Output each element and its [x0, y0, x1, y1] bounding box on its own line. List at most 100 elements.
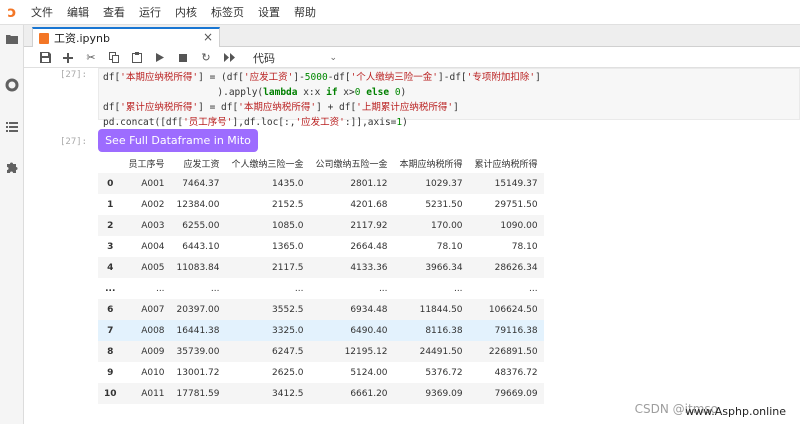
- table-cell: 79116.38: [468, 320, 544, 341]
- menu-settings[interactable]: 设置: [258, 4, 280, 20]
- table-cell: 2152.5: [272, 199, 304, 210]
- table-cell: 7464.37: [170, 173, 226, 194]
- tab-notebook[interactable]: 工资.ipynb ×: [32, 27, 220, 47]
- column-header: 应发工资: [183, 159, 220, 170]
- column-header: [98, 153, 123, 173]
- menu-view[interactable]: 查看: [103, 4, 125, 20]
- save-icon[interactable]: [34, 49, 56, 67]
- dataframe-table: 员工序号 应发工资 个人缴纳三险一金 公司缴纳五险一金 本期应纳税所得 累计应纳…: [98, 153, 544, 404]
- tab-label: 工资.ipynb: [54, 32, 110, 45]
- table-row: 3 A004 6443.10 1365.0 2664.48 78.10 78.10: [98, 236, 544, 257]
- add-cell-icon[interactable]: [57, 49, 79, 67]
- cell-type-value: 代码: [253, 51, 275, 65]
- table-cell: A007: [122, 299, 171, 320]
- close-icon[interactable]: ×: [203, 30, 213, 44]
- row-index: 6: [98, 299, 123, 320]
- menu-run[interactable]: 运行: [139, 4, 161, 20]
- cell-type-select[interactable]: 代码 ⌄: [253, 50, 337, 66]
- table-cell: 1435.0: [225, 173, 310, 194]
- stop-icon[interactable]: [172, 49, 194, 67]
- table-cell: 1365.0: [272, 241, 304, 252]
- restart-icon[interactable]: ↻: [195, 49, 217, 67]
- row-index: 9: [107, 367, 114, 378]
- table-cell: 3966.34: [393, 257, 469, 278]
- table-row: 9 A010 13001.72 2625.0 5124.00 5376.72 48376.7…: [98, 362, 544, 383]
- tab-bar: 工资.ipynb ×: [24, 25, 800, 47]
- table-cell: 3412.5: [225, 383, 310, 404]
- table-cell: 20397.00: [170, 299, 226, 320]
- column-header: 员工序号: [128, 159, 165, 170]
- row-index: 8: [98, 341, 123, 362]
- paste-icon[interactable]: [126, 49, 148, 67]
- table-row: 6 A007 20397.00 3552.5 6934.48 11844.50 106624…: [98, 299, 544, 320]
- table-row: .....................: [98, 278, 544, 299]
- code-line: pd.concat([df['员工序号'],df.loc[:,'应发工资':]]…: [103, 117, 408, 128]
- menubar: ↄ 文件 编辑 查看 运行 内核 标签页 设置 帮助: [0, 0, 800, 25]
- table-cell: 11844.50: [393, 299, 469, 320]
- table-cell: 78.10: [511, 241, 538, 252]
- menu-tabs[interactable]: 标签页: [211, 4, 244, 20]
- table-cell: A003: [122, 215, 171, 236]
- menu-edit[interactable]: 编辑: [67, 4, 89, 20]
- run-icon[interactable]: [149, 49, 171, 67]
- row-index: 7: [98, 320, 123, 341]
- table-row: 1 A002 12384.00 2152.5 4201.68 5231.50 29751.5…: [98, 194, 544, 215]
- row-index: 1: [107, 199, 114, 210]
- menu-file[interactable]: 文件: [31, 4, 53, 20]
- toc-icon[interactable]: [4, 119, 20, 135]
- code-cell[interactable]: df['本期应纳税所得'] = (df['应发工资']-5000-df['个人缴…: [98, 68, 800, 128]
- table-cell: 5231.50: [425, 199, 463, 210]
- folder-icon[interactable]: [4, 31, 20, 47]
- code-line: df['本期应纳税所得'] = (df['应发工资']-5000-df['个人缴…: [103, 72, 541, 83]
- table-cell: A004: [141, 241, 165, 252]
- menu-help[interactable]: 帮助: [294, 4, 316, 20]
- table-cell: 8116.38: [393, 320, 469, 341]
- fast-forward-icon[interactable]: [218, 49, 240, 67]
- table-cell: 5376.72: [425, 367, 463, 378]
- column-header: 本期应纳税所得: [399, 159, 463, 170]
- code-line: ).apply(lambda x:x if x>0 else 0): [103, 87, 407, 98]
- table-cell: 15149.37: [468, 173, 544, 194]
- table-cell: 106624.50: [468, 299, 544, 320]
- table-cell: 2117.92: [309, 215, 394, 236]
- row-index: 3: [107, 241, 114, 252]
- row-index: 10: [98, 383, 123, 404]
- table-cell: 6661.20: [309, 383, 394, 404]
- table-cell: 1090.00: [468, 215, 544, 236]
- table-cell: 3552.5: [225, 299, 310, 320]
- table-cell: 79669.09: [468, 383, 544, 404]
- table-cell: 78.10: [436, 241, 463, 252]
- cut-icon[interactable]: ✂: [80, 49, 102, 67]
- mito-button[interactable]: See Full Dataframe in Mito: [98, 129, 258, 152]
- table-cell: 6490.40: [309, 320, 394, 341]
- table-cell: A009: [122, 341, 171, 362]
- table-cell: 4133.36: [309, 257, 394, 278]
- extension-puzzle-icon[interactable]: [4, 159, 20, 175]
- output-prompt: [27]:: [60, 137, 88, 147]
- table-row: 0 A001 7464.37 1435.0 2801.12 1029.37 15149.37: [98, 173, 544, 194]
- table-cell: 4201.68: [350, 199, 388, 210]
- menu-kernel[interactable]: 内核: [175, 4, 197, 20]
- table-cell: A005: [122, 257, 171, 278]
- table-cell: 28626.34: [468, 257, 544, 278]
- running-circle-icon[interactable]: [4, 77, 20, 93]
- table-row: 4 A005 11083.84 2117.5 4133.36 3966.34 28626.3…: [98, 257, 544, 278]
- table-cell: 2664.48: [350, 241, 388, 252]
- table-cell: A002: [141, 199, 165, 210]
- table-cell: A010: [141, 367, 165, 378]
- table-cell: 48376.72: [494, 367, 538, 378]
- notebook-toolbar: ✂ ↻ 代码 ⌄: [24, 48, 800, 68]
- table-cell: 1085.0: [225, 215, 310, 236]
- jupyter-logo-icon: ↄ: [7, 3, 17, 21]
- table-row: 2 A003 6255.00 1085.0 2117.92 170.00 1090.00: [98, 215, 544, 236]
- column-header: 个人缴纳三险一金: [231, 159, 304, 170]
- row-index: 2: [98, 215, 123, 236]
- row-index: ...: [105, 283, 116, 294]
- table-cell: 1029.37: [393, 173, 469, 194]
- copy-icon[interactable]: [103, 49, 125, 67]
- column-header: 累计应纳税所得: [474, 159, 538, 170]
- table-cell: 6443.10: [182, 241, 220, 252]
- table-cell: 9369.09: [393, 383, 469, 404]
- table-header-row: 员工序号 应发工资 个人缴纳三险一金 公司缴纳五险一金 本期应纳税所得 累计应纳…: [98, 153, 544, 173]
- table-cell: 13001.72: [176, 367, 220, 378]
